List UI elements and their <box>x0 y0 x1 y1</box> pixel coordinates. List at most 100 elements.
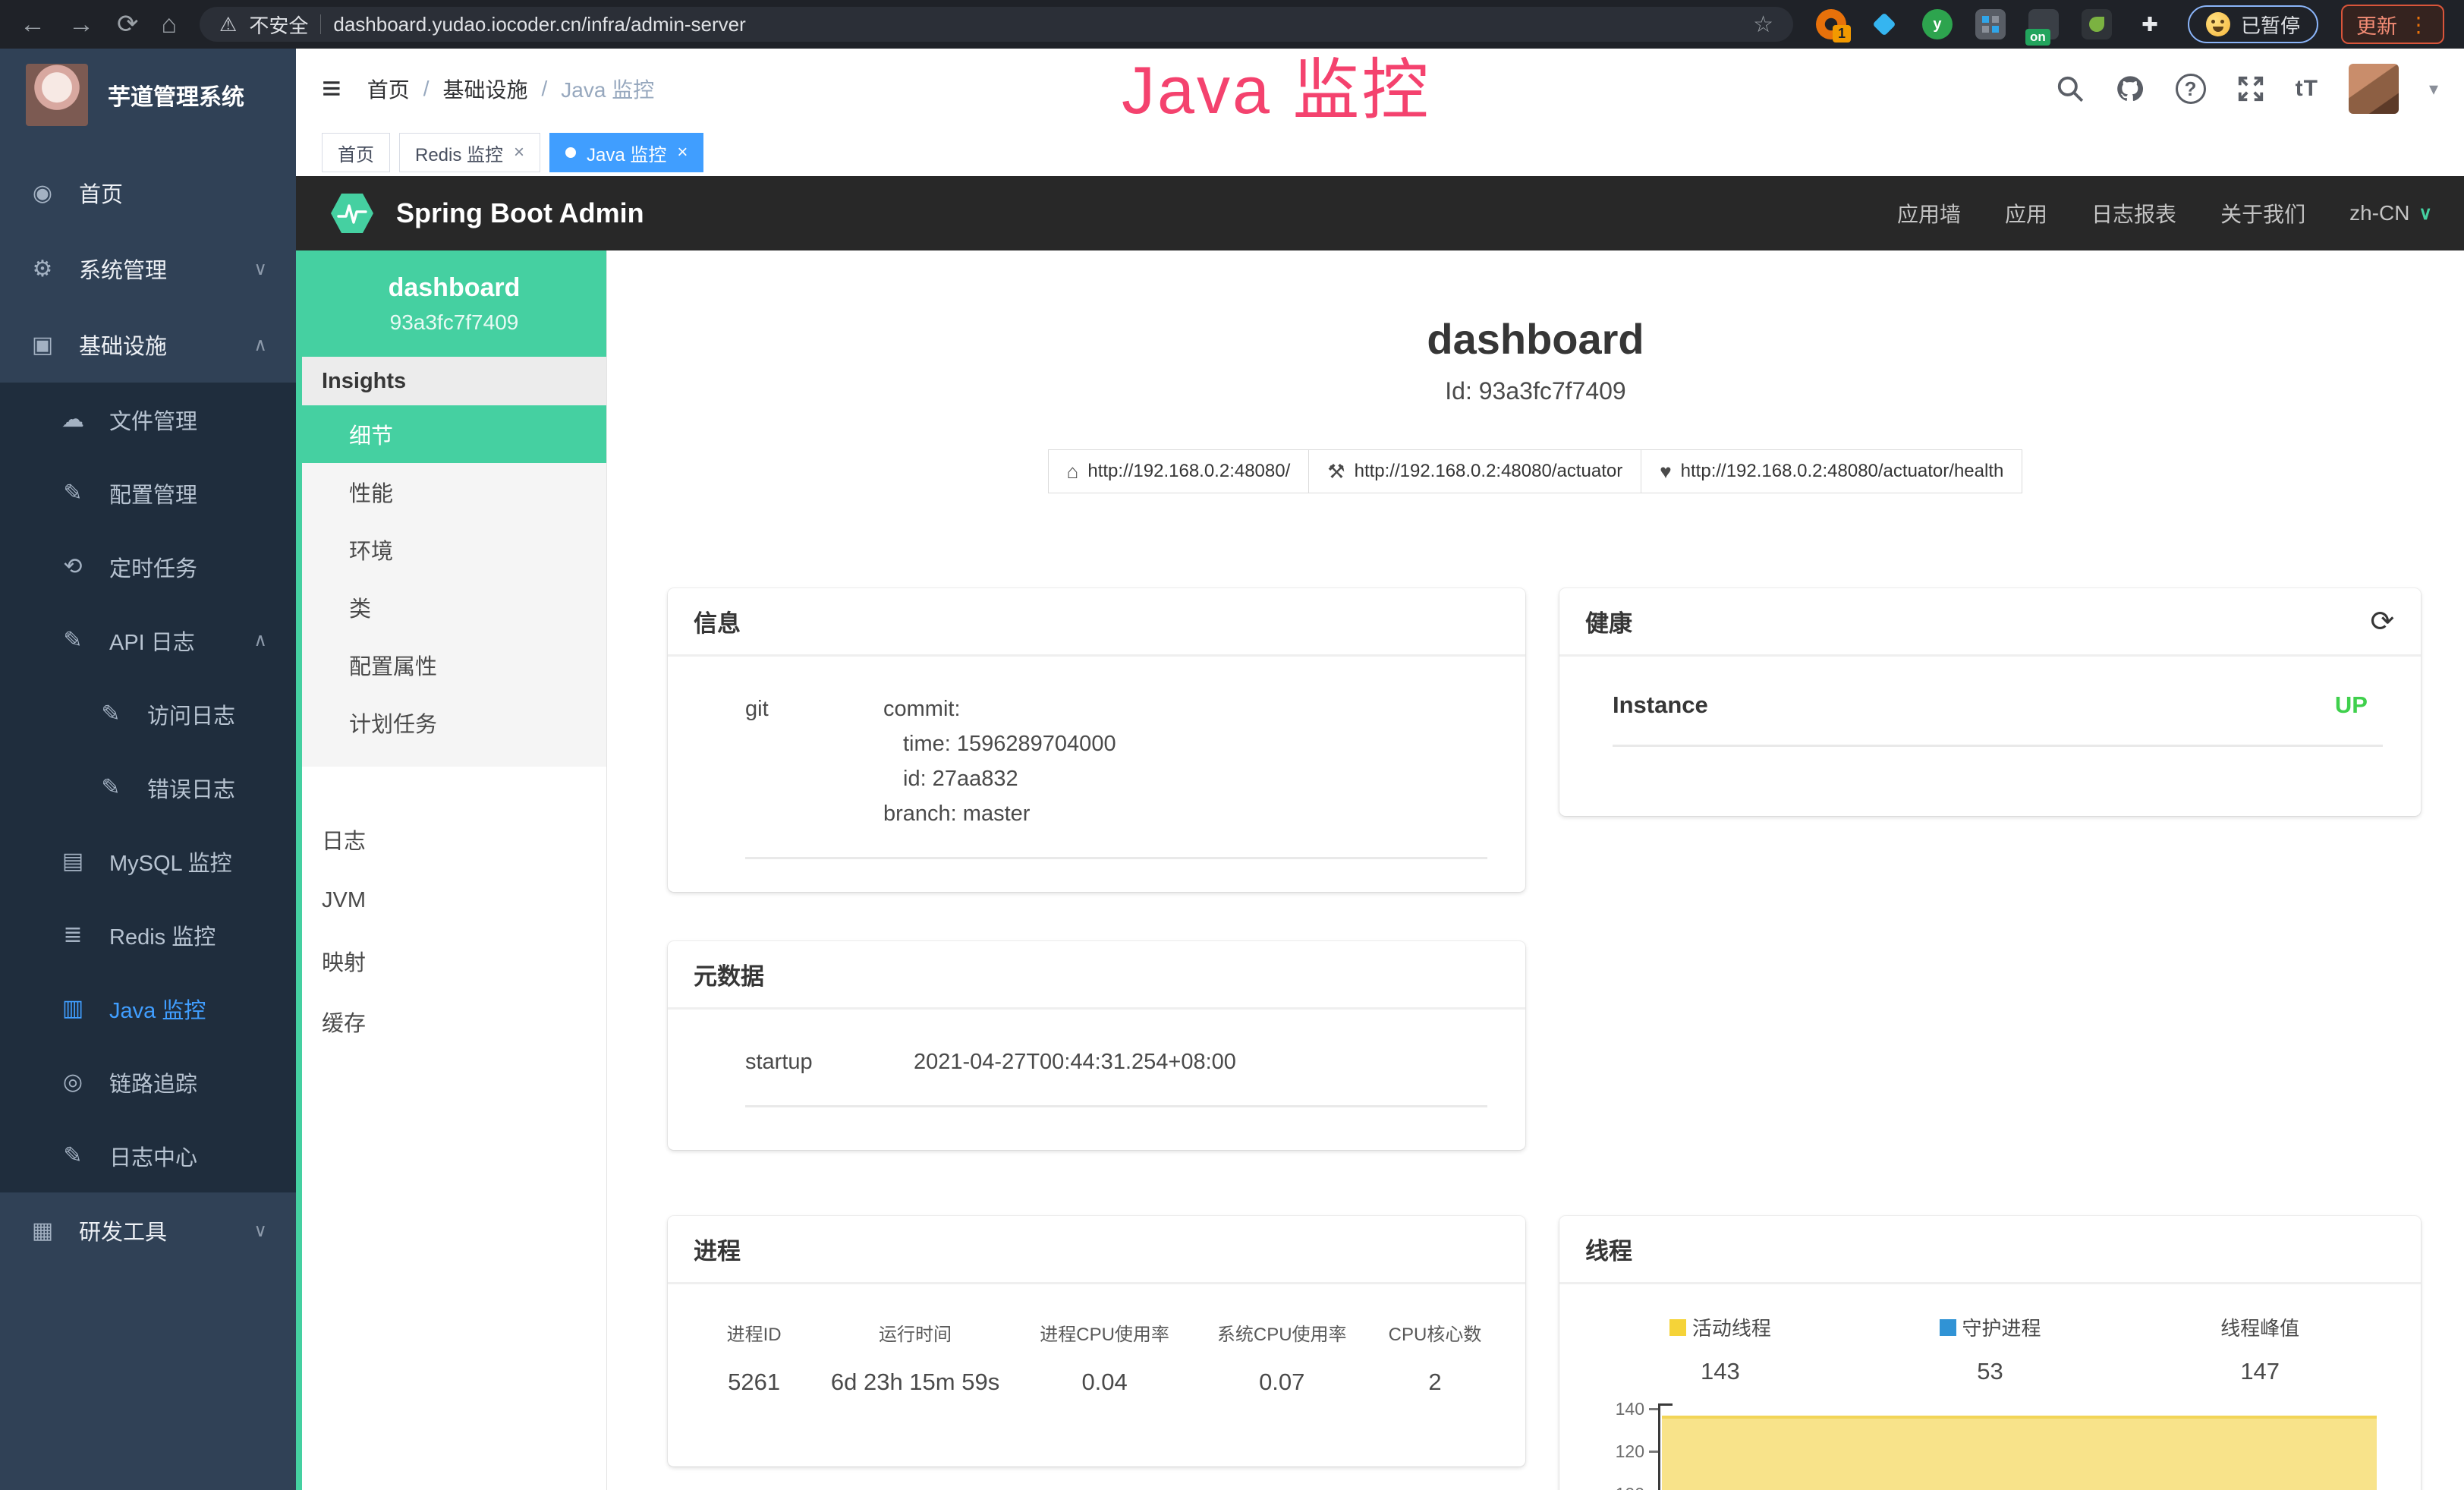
actuator-url: http://192.168.0.2:48080/actuator <box>1355 461 1623 482</box>
sidebar-item-file-management[interactable]: ☁ 文件管理 <box>0 383 296 456</box>
sidebar-item-redis-monitor[interactable]: ≣ Redis 监控 <box>0 898 296 972</box>
actuator-url-link[interactable]: ⚒ http://192.168.0.2:48080/actuator <box>1308 449 1641 493</box>
sidebar-item-java-monitor[interactable]: ▥ Java 监控 <box>0 972 296 1045</box>
sidebar-item-infrastructure[interactable]: ▣ 基础设施 ∧ <box>0 307 296 383</box>
on-badge: on <box>2025 29 2050 46</box>
instance-menu-details[interactable]: 细节 <box>302 405 606 463</box>
insights-group: 细节 性能 环境 类 配置属性 计划任务 <box>302 405 606 767</box>
sidebar-item-label: 基础设施 <box>79 329 167 361</box>
sidebar-item-error-logs[interactable]: ✎ 错误日志 <box>0 751 296 824</box>
git-info-row: git commit: time: 1596289704000 id: 27aa… <box>694 691 1499 831</box>
instance-menu-config-props[interactable]: 配置属性 <box>302 636 606 694</box>
startup-row: startup 2021-04-27T00:44:31.254+08:00 <box>694 1044 1499 1079</box>
threads-card-title: 线程 <box>1559 1216 2421 1284</box>
instance-menu-environment[interactable]: 环境 <box>302 521 606 578</box>
insights-section-label: Insights <box>302 357 606 405</box>
not-secure-label[interactable]: 不安全 <box>249 11 308 39</box>
user-menu-caret-icon[interactable]: ▾ <box>2429 78 2438 100</box>
search-icon[interactable] <box>2056 74 2085 103</box>
user-avatar[interactable] <box>2349 64 2399 114</box>
hamburger-icon[interactable]: ≡ <box>322 70 341 108</box>
browser-menu-kebab-icon[interactable]: ⋮ <box>2408 12 2429 37</box>
url-text[interactable]: dashboard.yudao.iocoder.cn/infra/admin-s… <box>333 13 745 36</box>
language-label: zh-CN <box>2349 201 2409 225</box>
extension-leaf-icon[interactable] <box>2082 9 2112 39</box>
legend-peak-threads: 线程峰值 147 <box>2125 1313 2395 1385</box>
instance-sidebar: dashboard 93a3fc7f7409 Insights 细节 性能 环境… <box>296 250 607 1490</box>
eye-icon: ◎ <box>59 1069 87 1095</box>
health-url-link[interactable]: ♥ http://192.168.0.2:48080/actuator/heal… <box>1641 449 2022 493</box>
extension-orange-icon[interactable]: 1 <box>1816 9 1846 39</box>
instance-menu-logs[interactable]: 日志 <box>302 809 606 870</box>
sba-language-select[interactable]: zh-CN ∨ <box>2349 201 2432 225</box>
bookmark-star-icon[interactable]: ☆ <box>1753 11 1773 38</box>
process-table: 进程ID 5261 运行时间 6d 23h 15m 59s 进程CPU使用率 0… <box>694 1319 1499 1396</box>
sidebar-item-scheduled-tasks[interactable]: ⟲ 定时任务 <box>0 530 296 603</box>
yellow-swatch <box>1669 1319 1686 1336</box>
col-value: 0.07 <box>1193 1369 1370 1396</box>
sidebar-item-home[interactable]: ◉ 首页 <box>0 155 296 231</box>
paused-profile-pill[interactable]: 已暂停 <box>2188 5 2318 43</box>
sidebar-item-tracing[interactable]: ◎ 链路追踪 <box>0 1045 296 1119</box>
help-icon[interactable]: ? <box>2176 74 2206 104</box>
browser-home-icon[interactable]: ⌂ <box>162 11 178 37</box>
close-icon[interactable]: × <box>514 142 524 163</box>
github-icon[interactable] <box>2115 74 2145 104</box>
y-tick-140: 140 <box>1616 1399 1644 1419</box>
browser-forward-icon[interactable]: → <box>68 11 94 37</box>
edit-icon: ✎ <box>59 480 87 506</box>
active-dot <box>565 147 576 158</box>
sba-nav-applications[interactable]: 应用 <box>2005 198 2047 228</box>
sidebar-item-api-logs[interactable]: ✎ API 日志 ∧ <box>0 603 296 677</box>
sidebar-item-dev-tools[interactable]: ▦ 研发工具 ∨ <box>0 1192 296 1268</box>
sidebar-item-access-logs[interactable]: ✎ 访问日志 <box>0 677 296 751</box>
tab-redis-monitor[interactable]: Redis 监控 × <box>399 133 540 172</box>
tab-home[interactable]: 首页 <box>322 133 390 172</box>
health-instance-row[interactable]: Instance UP <box>1585 691 2395 719</box>
sidebar-item-mysql-monitor[interactable]: ▤ MySQL 监控 <box>0 824 296 898</box>
instance-header[interactable]: dashboard 93a3fc7f7409 <box>302 250 606 357</box>
instance-menu-jvm[interactable]: JVM <box>302 870 606 931</box>
browser-back-icon[interactable]: ← <box>20 11 46 37</box>
service-url-link[interactable]: ⌂ http://192.168.0.2:48080/ <box>1048 449 1310 493</box>
breadcrumb-home[interactable]: 首页 <box>367 74 410 104</box>
tab-label: 首页 <box>338 140 374 166</box>
browser-reload-icon[interactable]: ⟳ <box>117 11 139 37</box>
sba-nav-about[interactable]: 关于我们 <box>2220 198 2305 228</box>
sidebar-item-config-management[interactable]: ✎ 配置管理 <box>0 456 296 530</box>
browser-update-button[interactable]: 更新 ⋮ <box>2341 5 2444 44</box>
paused-label: 已暂停 <box>2241 11 2300 39</box>
sba-nav-wallboard[interactable]: 应用墙 <box>1897 198 1961 228</box>
extension-grid-icon[interactable] <box>1975 9 2006 39</box>
extension-pin-icon[interactable] <box>1869 9 1899 39</box>
instance-menu-mappings[interactable]: 映射 <box>302 931 606 991</box>
extension-y-icon[interactable]: y <box>1922 9 1953 39</box>
info-card-title: 信息 <box>668 588 1525 657</box>
sidebar-item-system-management[interactable]: ⚙ 系统管理 ∨ <box>0 231 296 307</box>
breadcrumb-current: Java 监控 <box>561 74 654 104</box>
instance-menu-caches[interactable]: 缓存 <box>302 991 606 1052</box>
instance-menu-metrics[interactable]: 性能 <box>302 463 606 521</box>
instance-menu-scheduled-tasks[interactable]: 计划任务 <box>302 694 606 751</box>
process-card-body: 进程ID 5261 运行时间 6d 23h 15m 59s 进程CPU使用率 0… <box>668 1284 1525 1419</box>
history-icon[interactable]: ⟲ <box>2371 604 2395 638</box>
app-logo-row[interactable]: 芋道管理系统 <box>0 49 296 141</box>
font-size-icon[interactable]: tT <box>2296 76 2318 102</box>
extension-switch-icon[interactable]: on <box>2028 9 2059 39</box>
breadcrumb-infrastructure[interactable]: 基础设施 <box>442 74 527 104</box>
address-bar[interactable]: ⚠ 不安全 dashboard.yudao.iocoder.cn/infra/a… <box>200 7 1793 42</box>
omnibox-divider <box>320 14 321 34</box>
startup-key: startup <box>694 1044 914 1079</box>
chart-y-axis: 140 120 100 <box>1585 1403 1658 1490</box>
sidebar-item-label: 日志中心 <box>109 1140 197 1172</box>
close-icon[interactable]: × <box>677 142 688 163</box>
sidebar-item-label: API 日志 <box>109 625 195 657</box>
tab-java-monitor[interactable]: Java 监控 × <box>549 133 703 172</box>
instance-menu-classes[interactable]: 类 <box>302 578 606 636</box>
sidebar-item-label: Redis 监控 <box>109 919 216 951</box>
fullscreen-icon[interactable] <box>2236 74 2265 103</box>
extensions-puzzle-icon[interactable]: ✚ <box>2135 9 2165 39</box>
sba-nav-journal[interactable]: 日志报表 <box>2091 198 2176 228</box>
sidebar-item-label: 首页 <box>79 177 123 209</box>
sidebar-item-log-center[interactable]: ✎ 日志中心 <box>0 1119 296 1192</box>
